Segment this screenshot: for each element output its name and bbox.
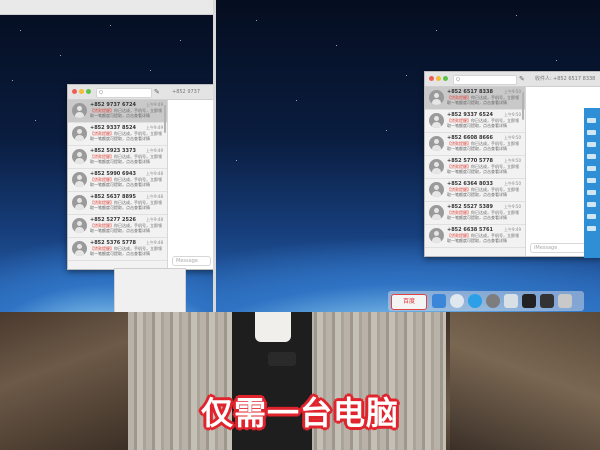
search-input[interactable]: Q — [453, 75, 517, 85]
background-window — [114, 268, 186, 312]
conversation-item[interactable]: +852 6364 8033 上午9:50 【贷款提醒】你已达成，手机号，立即领取一… — [425, 179, 525, 202]
message-preview: 【贷款提醒】你已达成，手机号，立即领取一笔额度可提取，点击查看详情 — [447, 187, 522, 198]
conversation-item[interactable]: +852 6638 5761 上午9:49 【贷款提醒】你已达成，手机号，立即领取一… — [425, 225, 525, 248]
conversation-item[interactable]: +852 9337 6524 上午9:50 【贷款提醒】你已达成，手机号，立即领取一… — [425, 110, 525, 133]
conversation-item[interactable]: +852 5770 5778 上午9:50 【贷款提醒】你已达成，手机号，立即领取一… — [425, 156, 525, 179]
conversation-item[interactable]: +852 5990 6943 上午9:48 【贷款提醒】你已达成，手机号，立即领取一… — [68, 169, 167, 192]
avatar — [72, 195, 87, 210]
avatar — [72, 218, 87, 233]
conversation-item[interactable]: +852 9337 8524 上午9:49 【贷款提醒】你已达成，手机号，立即领取一… — [68, 123, 167, 146]
desktop-screen-right: Q ✎ 收件人: +852 6517 8338 +852 6517 8338 上午… — [216, 0, 600, 312]
conversation-pane: Message — [168, 100, 214, 269]
message-preview: 【贷款提醒】你已达成，手机号，立即领取一笔额度可提取，点击查看详情 — [447, 210, 522, 221]
avatar — [72, 103, 87, 118]
recipient-field[interactable]: +852 9737 — [172, 87, 200, 97]
avatar — [72, 126, 87, 141]
conversation-item[interactable]: +852 5923 3373 上午9:49 【贷款提醒】你已达成，手机号，立即领取一… — [68, 146, 167, 169]
message-preview: 【贷款提醒】你已达成，手机号，立即领取一笔额度可提取，点击查看详情 — [447, 233, 522, 244]
message-preview: 【贷款提醒】你已达成，手机号，立即领取一笔额度可提取，点击查看详情 — [447, 95, 522, 106]
close-icon[interactable] — [429, 76, 434, 81]
avatar — [429, 205, 444, 220]
message-preview: 【贷款提醒】你已达成，手机号，立即领取一笔额度可提取，点击查看详情 — [447, 164, 522, 175]
app-icon[interactable] — [540, 294, 554, 308]
avatar — [72, 241, 87, 256]
message-preview: 【贷款提醒】你已达成，手机号，立即领取一笔额度可提取，点击查看详情 — [447, 118, 522, 129]
person-tee — [255, 312, 291, 342]
side-app-window[interactable] — [584, 108, 600, 258]
message-preview: 【贷款提醒】你已达成，手机号，立即领取一笔额度可提取，点击查看详情 — [90, 131, 164, 142]
conversation-item[interactable]: +852 5637 8895 上午9:48 【贷款提醒】你已达成，手机号，立即领取一… — [68, 192, 167, 215]
zoom-icon[interactable] — [443, 76, 448, 81]
caption-text: 仅需一台电脑 — [200, 394, 399, 432]
message-preview: 【贷款提醒】你已达成，手机号，立即领取一笔额度可提取，点击查看详情 — [90, 154, 164, 165]
conversation-list[interactable]: +852 9737 6724 上午9:49 【贷款提醒】你已达成，手机号，立即领取一… — [68, 100, 168, 269]
avatar — [429, 136, 444, 151]
window-top-strip — [0, 0, 214, 15]
person-belt — [268, 352, 296, 366]
baidu-input-icon[interactable]: 百度 — [391, 294, 427, 310]
conversation-item[interactable]: +852 6517 8338 上午9:50 【贷款提醒】你已达成，手机号，立即领取一… — [425, 87, 525, 110]
conversation-item[interactable]: +852 6608 8666 上午9:50 【贷款提醒】你已达成，手机号，立即领取一… — [425, 133, 525, 156]
avatar — [429, 159, 444, 174]
title-bar: Q ✎ +852 9737 — [68, 85, 214, 100]
close-icon[interactable] — [72, 89, 77, 94]
message-preview: 【贷款提醒】你已达成，手机号，立即领取一笔额度可提取，点击查看详情 — [90, 223, 164, 234]
messages-window: Q ✎ +852 9737 +852 9737 6724 上午9:49 【贷款提醒】… — [67, 84, 214, 270]
recipient-label: 收件人: — [535, 76, 552, 82]
conversation-item[interactable]: +852 5527 5389 上午9:50 【贷款提醒】你已达成，手机号，立即领取一… — [425, 202, 525, 225]
conversation-item[interactable]: +852 9737 6724 上午9:49 【贷款提醒】你已达成，手机号，立即领取一… — [68, 100, 167, 123]
avatar — [72, 149, 87, 164]
activity-icon[interactable] — [504, 294, 518, 308]
compose-icon[interactable]: ✎ — [154, 87, 160, 97]
zoom-icon[interactable] — [86, 89, 91, 94]
scrollbar[interactable] — [522, 92, 524, 120]
scrollbar[interactable] — [164, 105, 166, 133]
message-preview: 【贷款提醒】你已达成，手机号，立即领取一笔额度可提取，点击查看详情 — [90, 246, 164, 257]
app-store-icon[interactable] — [468, 294, 482, 308]
recipient-field[interactable]: +852 6517 8338 — [553, 74, 595, 84]
conversation-item[interactable]: +852 5376 5778 上午9:48 【贷款提醒】你已达成，手机号，立即领取一… — [68, 238, 167, 261]
safari-icon[interactable] — [450, 294, 464, 308]
terminal-icon[interactable] — [522, 294, 536, 308]
desktop-screen-left: Q ✎ +852 9737 +852 9737 6724 上午9:49 【贷款提醒】… — [0, 0, 214, 312]
finder-icon[interactable] — [432, 294, 446, 308]
settings-icon[interactable] — [486, 294, 500, 308]
conversation-list[interactable]: +852 6517 8338 上午9:50 【贷款提醒】你已达成，手机号，立即领取一… — [425, 87, 526, 256]
minimize-icon[interactable] — [79, 89, 84, 94]
compose-icon[interactable]: ✎ — [519, 74, 525, 84]
avatar — [429, 182, 444, 197]
message-input[interactable]: Message — [172, 256, 211, 266]
app-icon[interactable] — [558, 294, 572, 308]
message-preview: 【贷款提醒】你已达成，手机号，立即领取一笔额度可提取，点击查看详情 — [90, 200, 164, 211]
title-bar: Q ✎ 收件人: +852 6517 8338 — [425, 72, 600, 87]
message-preview: 【贷款提醒】你已达成，手机号，立即领取一笔额度可提取，点击查看详情 — [90, 108, 164, 119]
search-input[interactable]: Q — [96, 88, 152, 98]
conversation-item[interactable]: +852 5277 2526 上午9:48 【贷款提醒】你已达成，手机号，立即领取一… — [68, 215, 167, 238]
avatar — [72, 172, 87, 187]
dock: 百度 — [388, 291, 584, 311]
avatar — [429, 90, 444, 105]
avatar — [429, 228, 444, 243]
messages-window: Q ✎ 收件人: +852 6517 8338 +852 6517 8338 上午… — [424, 71, 600, 257]
message-preview: 【贷款提醒】你已达成，手机号，立即领取一笔额度可提取，点击查看详情 — [447, 141, 522, 152]
avatar — [429, 113, 444, 128]
message-preview: 【贷款提醒】你已达成，手机号，立即领取一笔额度可提取，点击查看详情 — [90, 177, 164, 188]
minimize-icon[interactable] — [436, 76, 441, 81]
